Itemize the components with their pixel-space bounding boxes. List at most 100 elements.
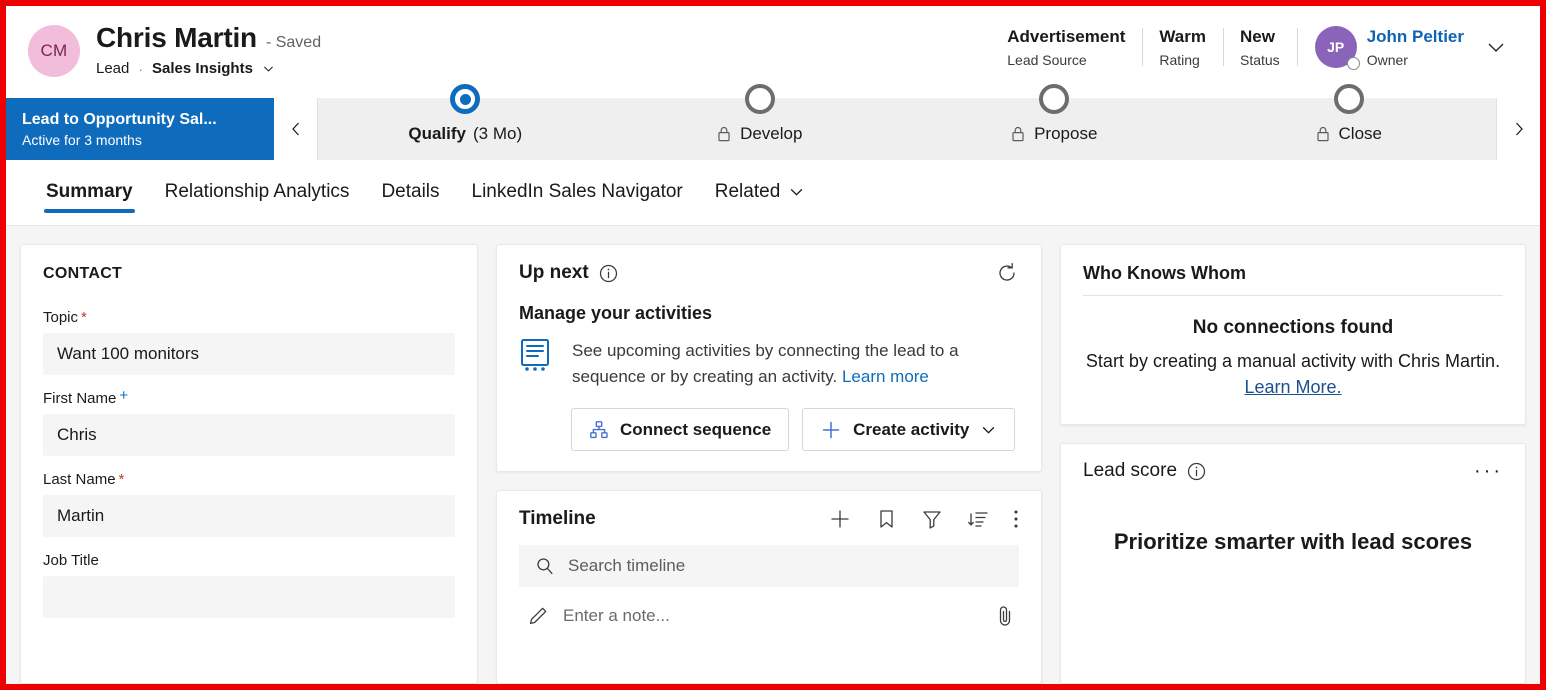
stage-label: Close: [1339, 124, 1382, 144]
record-header: CM Chris Martin - Saved Lead · Sales Ins…: [6, 6, 1540, 98]
tab-label: Summary: [46, 181, 133, 203]
tab-related[interactable]: Related: [699, 165, 822, 221]
connect-sequence-button[interactable]: Connect sequence: [571, 408, 789, 451]
attach-icon[interactable]: [995, 604, 1015, 628]
stat-value: Advertisement: [1007, 26, 1125, 48]
bpf-header[interactable]: Lead to Opportunity Sal... Active for 3 …: [6, 98, 274, 160]
field-job-title: Job Title: [43, 552, 455, 618]
bpf-stage-close[interactable]: Close: [1202, 98, 1497, 160]
job-title-input[interactable]: [43, 576, 455, 618]
up-next-subtitle: Manage your activities: [519, 303, 1019, 324]
topic-input[interactable]: Want 100 monitors: [43, 333, 455, 375]
stage-future-icon: [1039, 84, 1069, 114]
card-title-label: Lead score: [1083, 460, 1177, 482]
bpf-stages: Qualify (3 Mo) Develop: [318, 98, 1496, 160]
business-process-flow: Lead to Opportunity Sal... Active for 3 …: [6, 98, 1540, 160]
save-state: - Saved: [266, 34, 321, 52]
avatar: CM: [28, 25, 80, 77]
activity-list-icon: [519, 338, 555, 376]
stat-label: Status: [1240, 52, 1280, 68]
last-name-input[interactable]: Martin: [43, 495, 455, 537]
required-indicator: *: [81, 309, 87, 326]
more-options-icon[interactable]: [1013, 508, 1019, 530]
pencil-icon: [527, 605, 549, 627]
bpf-stage-develop[interactable]: Develop: [613, 98, 908, 160]
tab-linkedin-sales-navigator[interactable]: LinkedIn Sales Navigator: [456, 165, 699, 221]
lock-icon: [717, 126, 731, 142]
info-icon[interactable]: [1186, 461, 1207, 482]
recommended-indicator: +: [119, 387, 128, 404]
add-icon[interactable]: [828, 507, 852, 531]
contact-section-card: CONTACT Topic * Want 100 monitors First …: [20, 244, 478, 684]
stat-label: Rating: [1159, 52, 1206, 68]
button-label: Connect sequence: [620, 420, 771, 440]
filter-icon[interactable]: [921, 508, 943, 530]
card-title-label: Up next: [519, 262, 589, 284]
chevron-down-icon[interactable]: [980, 421, 997, 438]
tab-details[interactable]: Details: [365, 165, 455, 221]
learn-more-link[interactable]: Learn more: [842, 367, 929, 386]
sort-icon[interactable]: [967, 508, 989, 530]
record-identity: CM Chris Martin - Saved Lead · Sales Ins…: [28, 22, 990, 77]
app-window: CM Chris Martin - Saved Lead · Sales Ins…: [0, 0, 1546, 690]
tab-relationship-analytics[interactable]: Relationship Analytics: [149, 165, 366, 221]
more-options-icon[interactable]: ···: [1474, 461, 1503, 481]
page-title: Chris Martin: [96, 22, 257, 54]
info-icon[interactable]: [598, 263, 619, 284]
tab-label: Relationship Analytics: [165, 181, 350, 203]
tab-summary[interactable]: Summary: [30, 165, 149, 221]
plus-icon: [820, 419, 842, 441]
stat-owner[interactable]: JP John Peltier Owner: [1297, 26, 1464, 68]
required-indicator: *: [119, 471, 125, 488]
learn-more-link[interactable]: Learn More.: [1244, 377, 1341, 397]
chevron-down-icon[interactable]: [262, 62, 275, 75]
stat-value: New: [1240, 26, 1280, 48]
field-label: Job Title: [43, 552, 99, 569]
field-last-name: Last Name * Martin: [43, 471, 455, 537]
stage-label: Propose: [1034, 124, 1097, 144]
tab-label: Related: [715, 181, 781, 203]
owner-avatar-initials: JP: [1327, 39, 1344, 55]
app-name[interactable]: Sales Insights: [152, 60, 253, 77]
stat-status: New Status: [1223, 26, 1297, 67]
bpf-name: Lead to Opportunity Sal...: [22, 110, 258, 130]
field-label: Topic: [43, 309, 78, 326]
note-placeholder: Enter a note...: [563, 606, 981, 626]
presence-icon: [1347, 57, 1360, 70]
form-body: CONTACT Topic * Want 100 monitors First …: [6, 226, 1540, 684]
bookmark-icon[interactable]: [876, 508, 897, 530]
stat-value: Warm: [1159, 26, 1206, 48]
tab-bar: Summary Relationship Analytics Details L…: [6, 160, 1540, 226]
empty-state-title: No connections found: [1083, 317, 1503, 339]
header-stats: Advertisement Lead Source Warm Rating Ne…: [990, 22, 1522, 68]
bpf-next-button[interactable]: [1496, 98, 1540, 160]
stage-active-icon: [450, 84, 480, 114]
header-expand-button[interactable]: [1464, 35, 1522, 59]
field-topic: Topic * Want 100 monitors: [43, 309, 455, 375]
owner-label: Owner: [1367, 52, 1464, 68]
lock-icon: [1011, 126, 1025, 142]
bpf-active-for: Active for 3 months: [22, 132, 258, 148]
sequence-icon: [589, 420, 609, 440]
bpf-stage-propose[interactable]: Propose: [907, 98, 1202, 160]
stage-label: Develop: [740, 124, 802, 144]
owner-name[interactable]: John Peltier: [1367, 26, 1464, 48]
bpf-previous-button[interactable]: [274, 98, 318, 160]
stat-label: Lead Source: [1007, 52, 1125, 68]
stage-future-icon: [1334, 84, 1364, 114]
card-title-label: Who Knows Whom: [1083, 263, 1503, 296]
stage-duration: (3 Mo): [473, 124, 522, 144]
section-heading: CONTACT: [43, 261, 455, 309]
timeline-search-input[interactable]: Search timeline: [519, 545, 1019, 587]
bpf-stage-qualify[interactable]: Qualify (3 Mo): [318, 98, 613, 160]
search-placeholder: Search timeline: [568, 556, 685, 576]
timeline-note-row[interactable]: Enter a note...: [519, 593, 1019, 639]
up-next-card: Up next: [496, 244, 1042, 472]
tab-label: LinkedIn Sales Navigator: [472, 181, 683, 203]
create-activity-button[interactable]: Create activity: [802, 408, 1015, 451]
field-label: First Name: [43, 390, 116, 407]
stat-lead-source: Advertisement Lead Source: [990, 26, 1142, 67]
refresh-icon[interactable]: [995, 261, 1019, 285]
first-name-input[interactable]: Chris: [43, 414, 455, 456]
lead-score-card: Lead score ··· Prioritize smarter with l…: [1060, 443, 1526, 684]
